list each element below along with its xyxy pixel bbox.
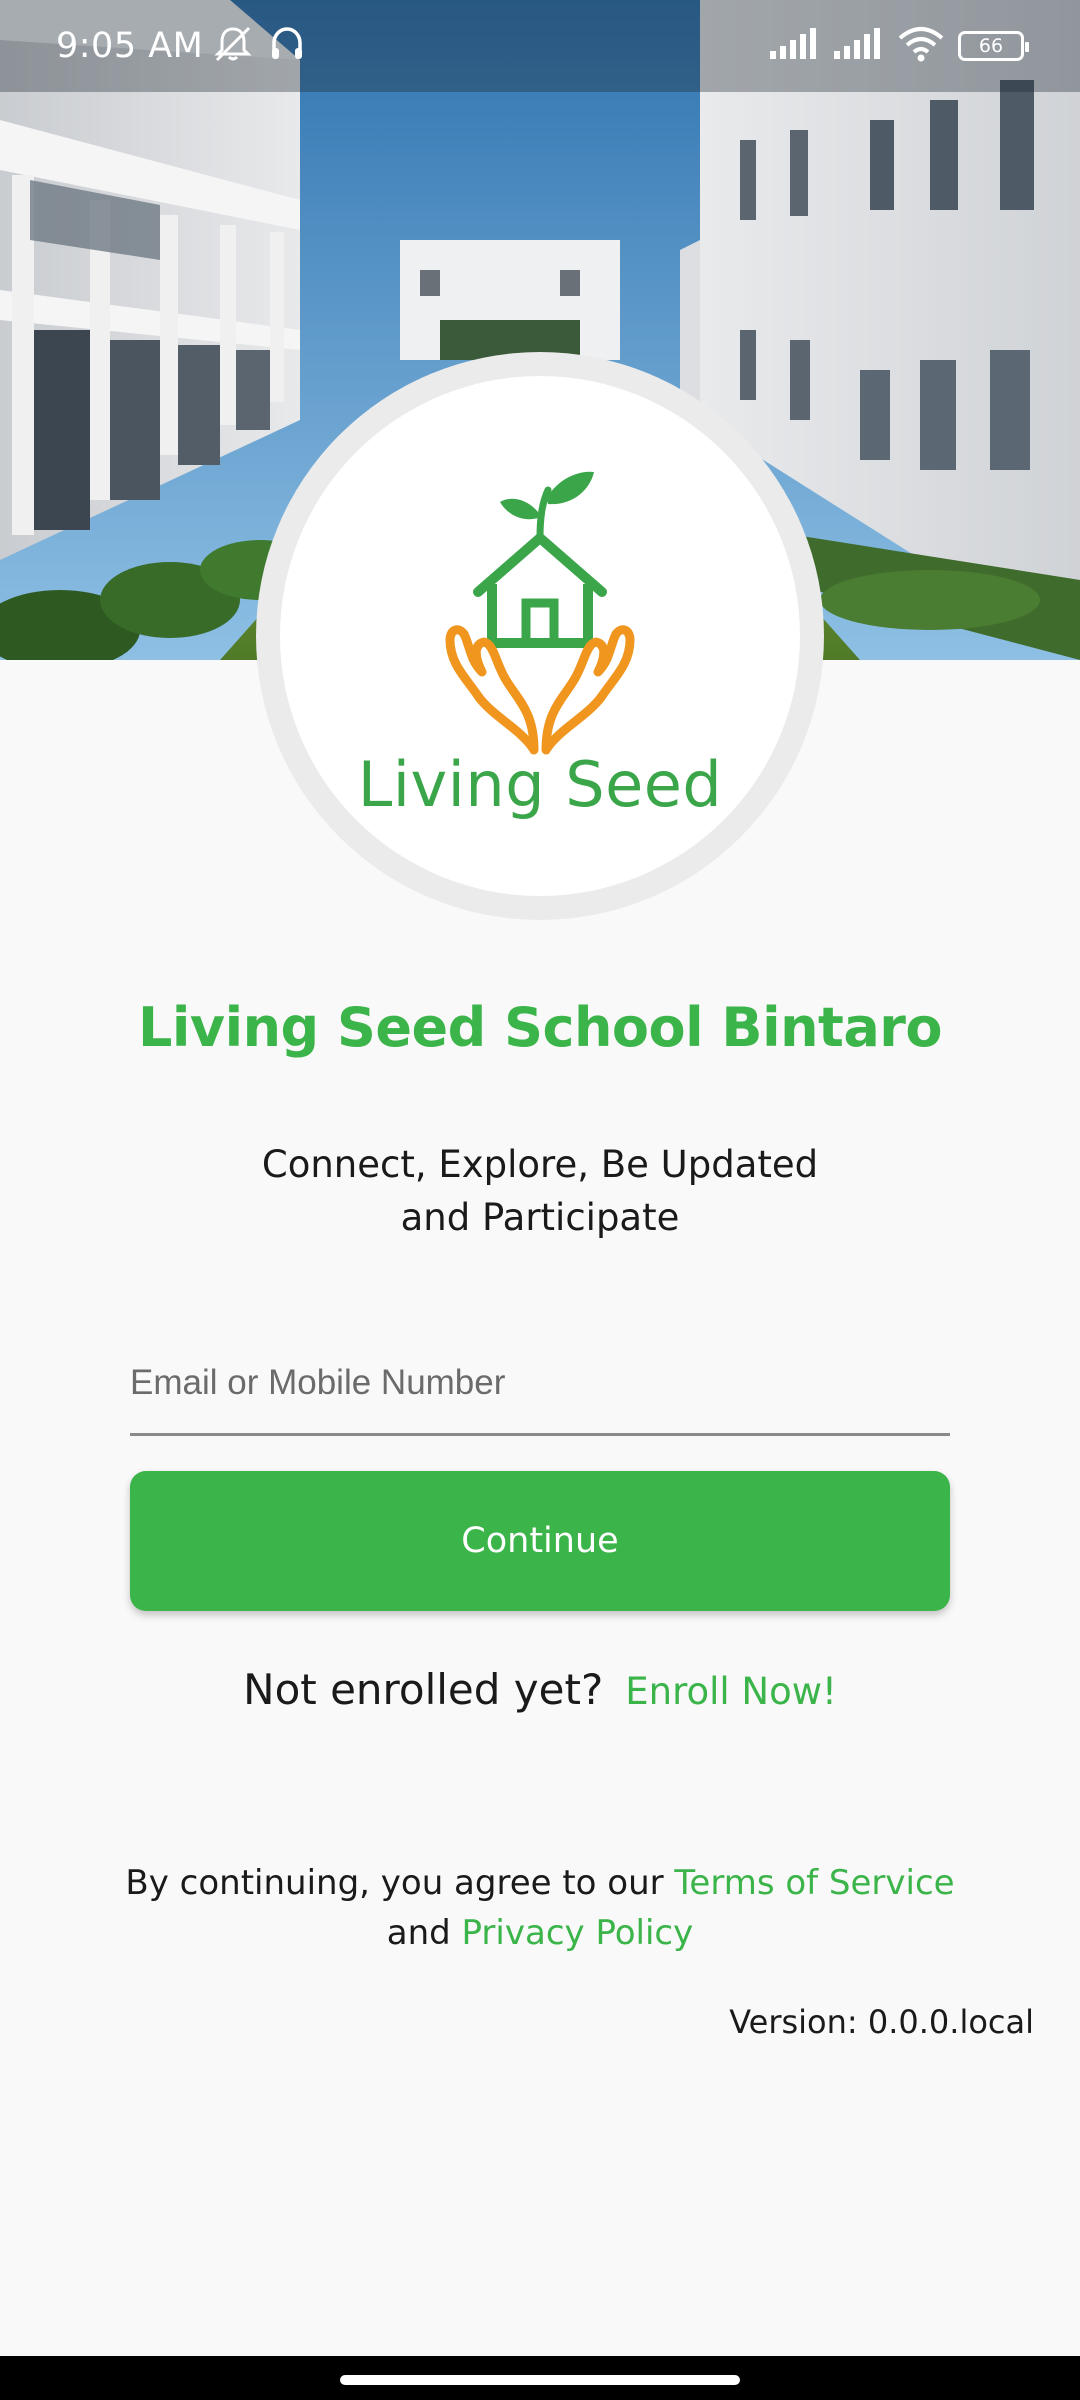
school-name: Living Seed School Bintaro xyxy=(137,996,943,1059)
tagline-line-2: and Participate xyxy=(400,1196,680,1239)
status-time: 9:05 AM xyxy=(56,26,204,66)
enroll-question: Not enrolled yet? xyxy=(243,1665,604,1714)
enroll-now-link[interactable]: Enroll Now! xyxy=(625,1670,837,1713)
signal-icon xyxy=(770,27,820,66)
version-label: Version: 0.0.0.local xyxy=(729,2003,1034,2041)
enroll-prompt: Not enrolled yet? Enroll Now! xyxy=(0,1665,1080,1714)
email-or-mobile-input[interactable] xyxy=(130,1330,950,1430)
terms-and: and xyxy=(386,1913,462,1953)
continue-button[interactable]: Continue xyxy=(130,1471,950,1611)
notifications-off-icon xyxy=(211,24,255,69)
logo-badge: Living Seed xyxy=(256,352,824,920)
terms-notice: By continuing, you agree to our Terms of… xyxy=(0,1858,1080,1958)
status-bar: 9:05 AM 66 xyxy=(0,0,1080,92)
house-sprout-hands-icon xyxy=(445,471,635,755)
battery-icon: 66 xyxy=(958,31,1029,61)
tagline-line-1: Connect, Explore, Be Updated xyxy=(261,1143,819,1186)
wifi-icon xyxy=(898,26,944,67)
signal-icon xyxy=(834,27,884,66)
headset-icon xyxy=(267,24,307,69)
home-indicator[interactable] xyxy=(340,2375,740,2385)
terms-of-service-link[interactable]: Terms of Service xyxy=(674,1863,954,1903)
logo-text: Living Seed xyxy=(357,748,723,821)
navigation-bar xyxy=(0,2356,1080,2400)
terms-prefix: By continuing, you agree to our xyxy=(125,1863,675,1903)
privacy-policy-link[interactable]: Privacy Policy xyxy=(462,1913,694,1953)
email-or-mobile-field[interactable] xyxy=(130,1330,950,1436)
battery-level: 66 xyxy=(978,35,1004,57)
tagline: Connect, Explore, Be Updated and Partici… xyxy=(0,1138,1080,1244)
